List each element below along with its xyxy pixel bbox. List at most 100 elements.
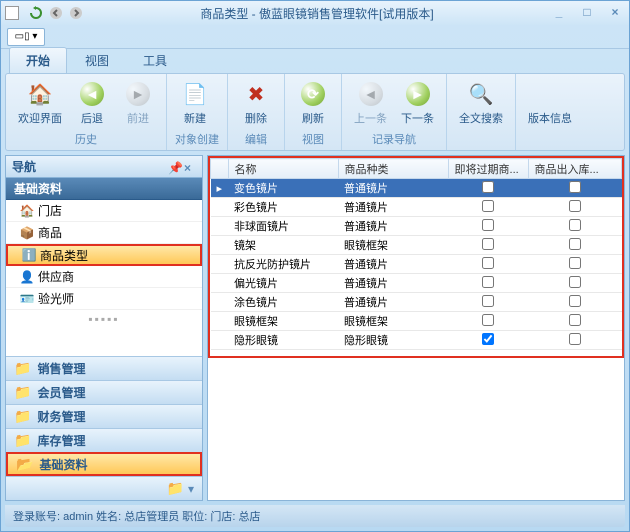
cell-type[interactable]: 普通镜片 — [338, 179, 448, 198]
cell-type[interactable]: 普通镜片 — [338, 274, 448, 293]
expiring-checkbox[interactable] — [482, 181, 494, 193]
table-row[interactable]: 彩色镜片 普通镜片 — [211, 198, 622, 217]
table-row[interactable]: 涂色镜片 普通镜片 — [211, 293, 622, 312]
tree-item-product[interactable]: 📦商品 — [6, 222, 202, 244]
back-button[interactable]: ◄后退 — [72, 78, 112, 128]
table-row[interactable]: 眼镜框架 眼镜框架 — [211, 312, 622, 331]
cell-inout[interactable] — [528, 331, 621, 350]
expiring-checkbox[interactable] — [482, 238, 494, 250]
new-button[interactable]: 📄新建 — [175, 78, 215, 128]
cell-inout[interactable] — [528, 255, 621, 274]
inout-checkbox[interactable] — [569, 276, 581, 288]
cell-type[interactable]: 眼镜框架 — [338, 236, 448, 255]
table-row[interactable]: 偏光镜片 普通镜片 — [211, 274, 622, 293]
cell-inout[interactable] — [528, 179, 621, 198]
delete-button[interactable]: ✖删除 — [236, 78, 276, 128]
table-row[interactable]: 隐形眼镜 隐形眼镜 — [211, 331, 622, 350]
cell-expiring[interactable] — [448, 312, 528, 331]
cell-expiring[interactable] — [448, 236, 528, 255]
tab-start[interactable]: 开始 — [9, 47, 67, 73]
cell-name[interactable]: 隐形眼镜 — [228, 331, 338, 350]
expiring-checkbox[interactable] — [482, 314, 494, 326]
inout-checkbox[interactable] — [569, 257, 581, 269]
tree-item-supplier[interactable]: 👤供应商 — [6, 266, 202, 288]
cell-expiring[interactable] — [448, 274, 528, 293]
nav-close-button[interactable]: × — [184, 161, 196, 173]
tab-tools[interactable]: 工具 — [127, 48, 183, 73]
expiring-checkbox[interactable] — [482, 276, 494, 288]
cell-type[interactable]: 眼镜框架 — [338, 312, 448, 331]
refresh-button[interactable]: ⟳刷新 — [293, 78, 333, 128]
cell-expiring[interactable] — [448, 293, 528, 312]
next-record-button[interactable]: ►下一条 — [397, 78, 438, 128]
inout-checkbox[interactable] — [569, 200, 581, 212]
cell-inout[interactable] — [528, 198, 621, 217]
table-row[interactable]: ▸ 变色镜片 普通镜片 — [211, 179, 622, 198]
chevron-icon[interactable]: ▾ — [188, 482, 194, 496]
maximize-button[interactable]: □ — [577, 5, 597, 21]
folder-icon[interactable]: 📁 — [167, 480, 184, 497]
close-button[interactable]: × — [605, 5, 625, 21]
cell-expiring[interactable] — [448, 331, 528, 350]
tab-view[interactable]: 视图 — [69, 48, 125, 73]
cell-expiring[interactable] — [448, 198, 528, 217]
inout-checkbox[interactable] — [569, 333, 581, 345]
cell-inout[interactable] — [528, 293, 621, 312]
column-type[interactable]: 商品种类 — [338, 159, 448, 179]
nav-cat-sales[interactable]: 📁销售管理 — [6, 356, 202, 380]
table-row[interactable]: 非球面镜片 普通镜片 — [211, 217, 622, 236]
cell-expiring[interactable] — [448, 255, 528, 274]
column-expiring[interactable]: 即将过期商... — [448, 159, 528, 179]
version-button[interactable]: 版本信息 — [524, 78, 576, 128]
tree-item-product-type[interactable]: ℹ️商品类型 — [6, 244, 202, 266]
fulltext-search-button[interactable]: 🔍全文搜索 — [455, 78, 507, 128]
nav-cat-finance[interactable]: 📁财务管理 — [6, 404, 202, 428]
inout-checkbox[interactable] — [569, 314, 581, 326]
cell-inout[interactable] — [528, 274, 621, 293]
tree-item-store[interactable]: 🏠门店 — [6, 200, 202, 222]
cell-name[interactable]: 涂色镜片 — [228, 293, 338, 312]
cell-name[interactable]: 非球面镜片 — [228, 217, 338, 236]
cell-name[interactable]: 眼镜框架 — [228, 312, 338, 331]
expiring-checkbox[interactable] — [482, 219, 494, 231]
table-row[interactable]: 镜架 眼镜框架 — [211, 236, 622, 255]
pin-icon[interactable]: 📌 — [168, 161, 180, 173]
qat-refresh-button[interactable] — [27, 4, 45, 22]
qat-prev-button[interactable] — [47, 4, 65, 22]
nav-section-header[interactable]: 基础资料 — [6, 178, 202, 200]
cell-name[interactable]: 镜架 — [228, 236, 338, 255]
welcome-button[interactable]: 🏠欢迎界面 — [14, 78, 66, 128]
cell-inout[interactable] — [528, 217, 621, 236]
expiring-checkbox[interactable] — [482, 257, 494, 269]
cell-type[interactable]: 普通镜片 — [338, 198, 448, 217]
nav-cat-inventory[interactable]: 📁库存管理 — [6, 428, 202, 452]
minimize-button[interactable]: _ — [549, 5, 569, 21]
row-header-column[interactable] — [211, 159, 229, 179]
inout-checkbox[interactable] — [569, 219, 581, 231]
qat-next-button[interactable] — [67, 4, 85, 22]
nav-cat-basedata[interactable]: 📂基础资料 — [6, 452, 202, 476]
inout-checkbox[interactable] — [569, 238, 581, 250]
cell-type[interactable]: 普通镜片 — [338, 217, 448, 236]
expiring-checkbox[interactable] — [482, 295, 494, 307]
cell-inout[interactable] — [528, 312, 621, 331]
view-dropdown[interactable]: ▭▯ ▾ — [7, 28, 45, 46]
splitter[interactable]: ▪▪▪▪▪ — [6, 310, 202, 328]
cell-type[interactable]: 普通镜片 — [338, 255, 448, 274]
inout-checkbox[interactable] — [569, 181, 581, 193]
inout-checkbox[interactable] — [569, 295, 581, 307]
cell-name[interactable]: 彩色镜片 — [228, 198, 338, 217]
expiring-checkbox[interactable] — [482, 200, 494, 212]
cell-name[interactable]: 抗反光防护镜片 — [228, 255, 338, 274]
cell-expiring[interactable] — [448, 179, 528, 198]
cell-type[interactable]: 隐形眼镜 — [338, 331, 448, 350]
column-name[interactable]: 名称 — [228, 159, 338, 179]
table-row[interactable]: 抗反光防护镜片 普通镜片 — [211, 255, 622, 274]
expiring-checkbox[interactable] — [482, 333, 494, 345]
tree-item-optometrist[interactable]: 🪪验光师 — [6, 288, 202, 310]
cell-expiring[interactable] — [448, 217, 528, 236]
cell-type[interactable]: 普通镜片 — [338, 293, 448, 312]
cell-name[interactable]: 偏光镜片 — [228, 274, 338, 293]
nav-cat-member[interactable]: 📁会员管理 — [6, 380, 202, 404]
cell-inout[interactable] — [528, 236, 621, 255]
